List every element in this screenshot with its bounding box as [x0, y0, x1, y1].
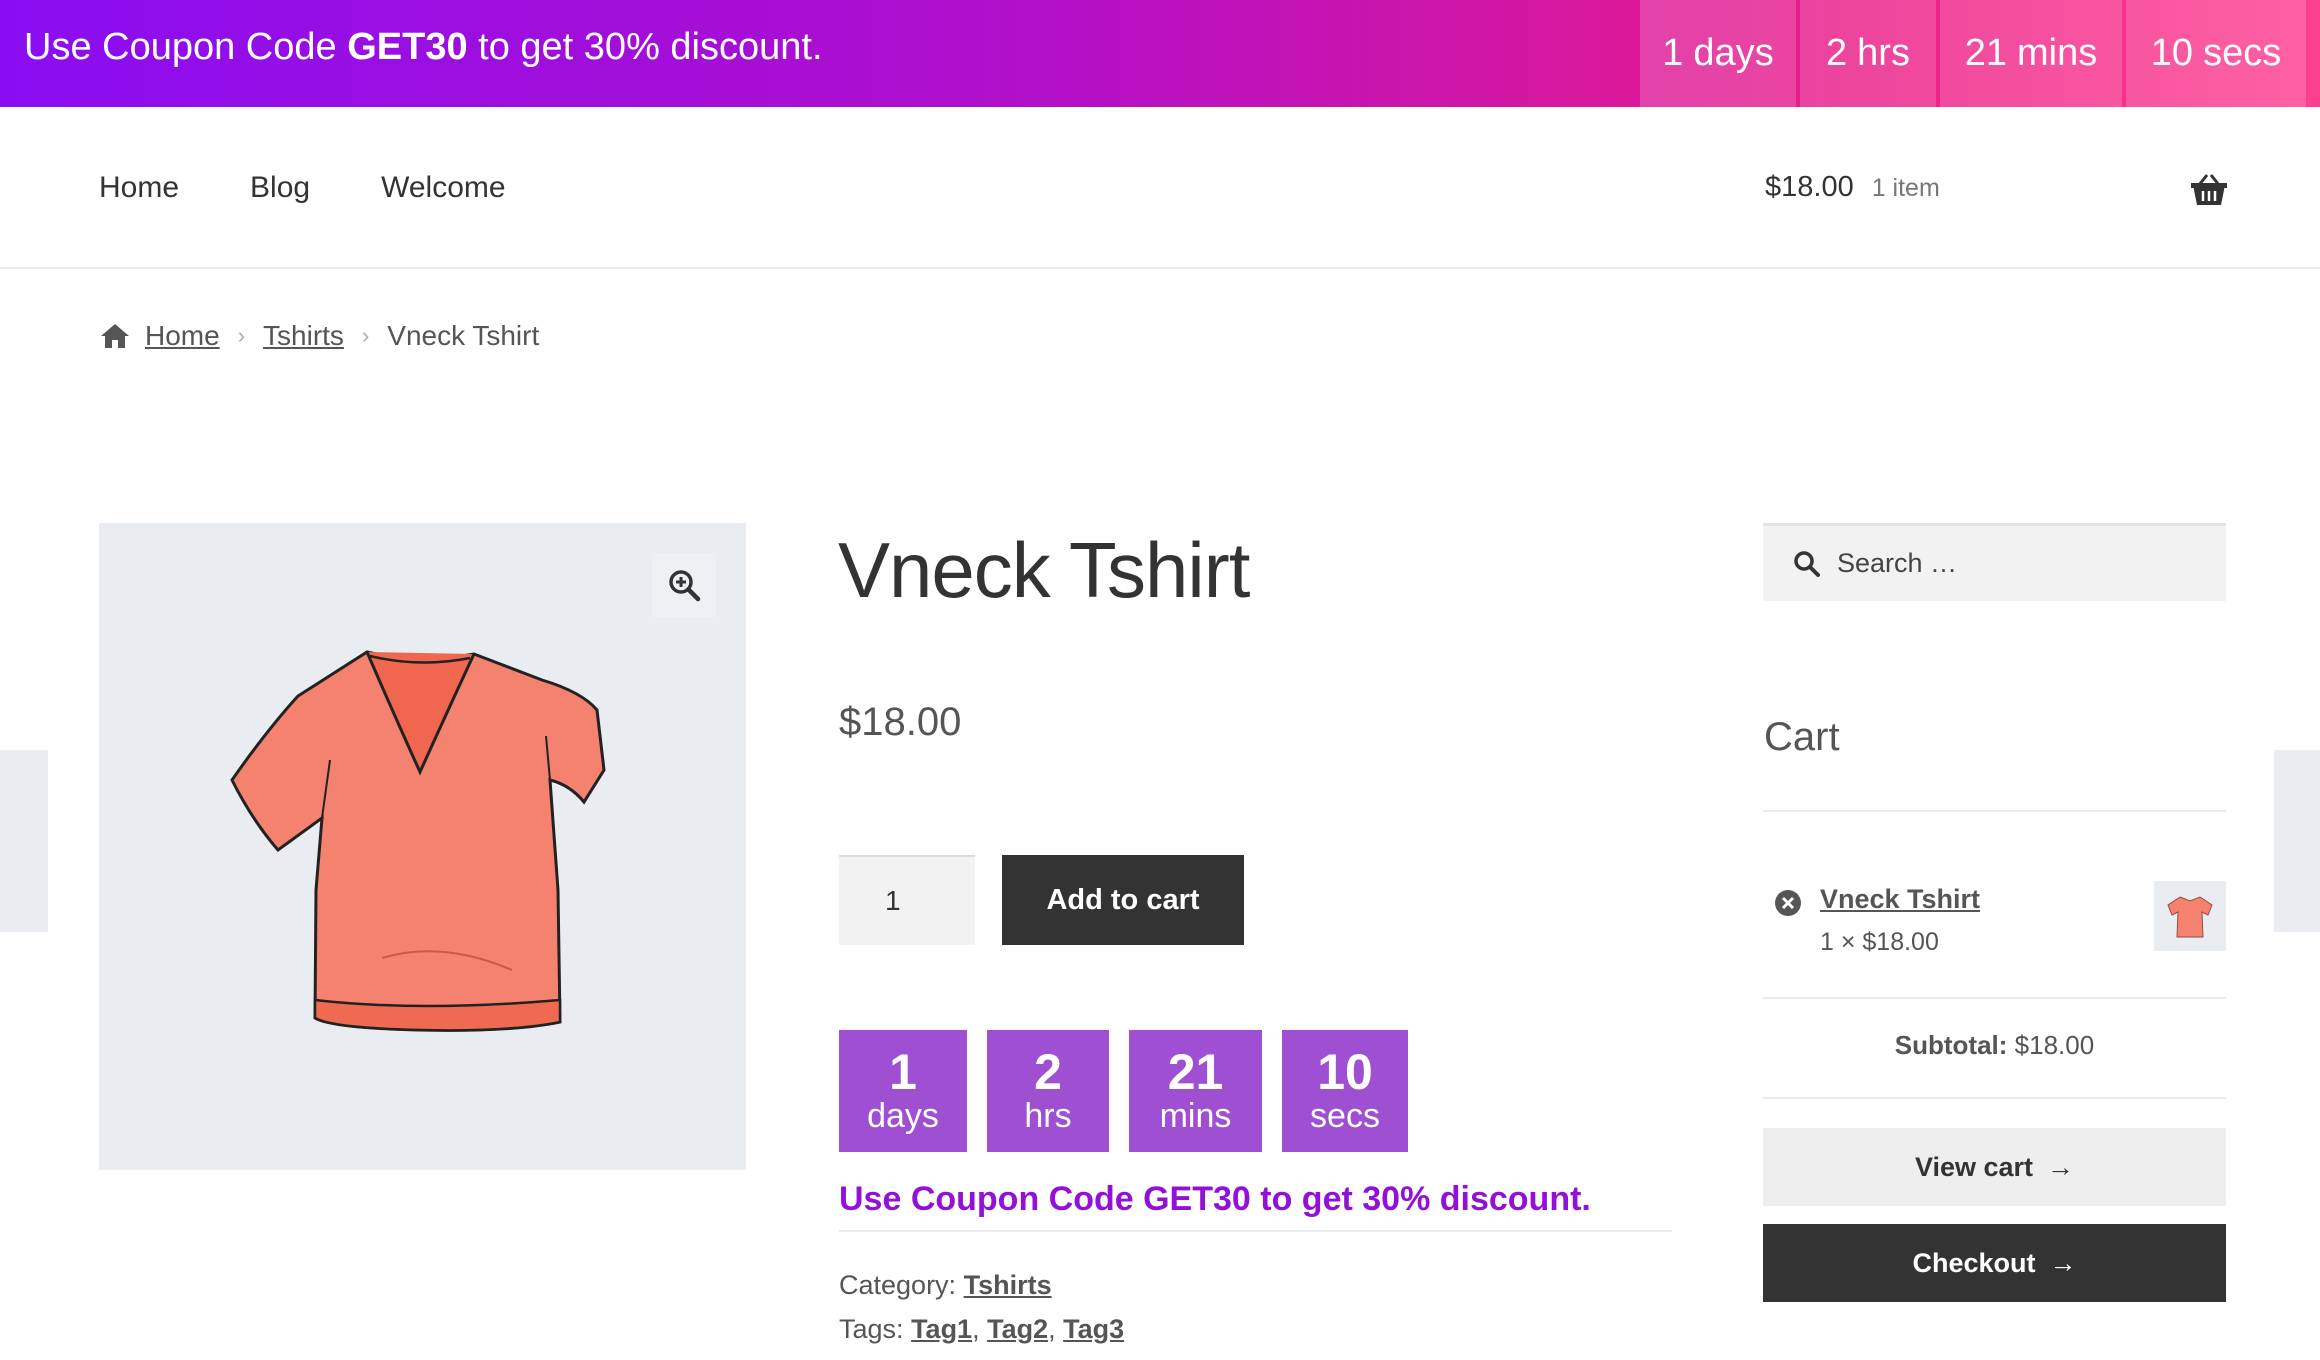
header-cart-count: 1 item — [1871, 174, 1940, 202]
countdown-unit: mins — [1159, 1097, 1232, 1135]
breadcrumb-home[interactable]: Home — [145, 320, 220, 352]
promo-timer-seconds: 10 secs — [2126, 0, 2306, 107]
promo-timer-days: 1 days — [1640, 0, 1796, 107]
subtotal-value: $18.00 — [2014, 1030, 2095, 1060]
previous-product-tab[interactable] — [0, 750, 48, 932]
breadcrumb-current: Vneck Tshirt — [387, 320, 540, 351]
remove-item-icon[interactable] — [1773, 888, 1803, 918]
search-input[interactable]: Search … — [1763, 523, 2226, 601]
promo-banner: Use Coupon Code GET30 to get 30% discoun… — [0, 0, 2320, 107]
product-category: Category: Tshirts — [839, 1263, 1124, 1307]
arrow-right-icon: → — [2047, 1151, 2075, 1182]
basket-icon[interactable] — [2189, 172, 2229, 208]
promo-timer-unit: secs — [2203, 32, 2282, 74]
tag-link[interactable]: Tag2 — [987, 1314, 1048, 1344]
add-to-cart-button[interactable]: Add to cart — [1002, 855, 1244, 945]
countdown-value: 21 — [1167, 1044, 1224, 1100]
tags-label: Tags: — [839, 1314, 904, 1344]
view-cart-label: View cart — [1914, 1151, 2034, 1182]
tag-link[interactable]: Tag3 — [1063, 1314, 1124, 1344]
nav-item-blog[interactable]: Blog — [250, 171, 310, 205]
countdown-minutes: 21 mins — [1129, 1030, 1262, 1152]
magnify-plus-icon — [669, 570, 701, 602]
search-icon — [1794, 550, 1820, 577]
product-price: $18.00 — [839, 700, 962, 744]
site-header: Home Blog Welcome $18.00 1 item — [0, 107, 2320, 269]
category-link[interactable]: Tshirts — [964, 1270, 1052, 1300]
home-icon — [101, 324, 129, 348]
divider — [1763, 810, 2226, 812]
checkout-label: Checkout — [1912, 1247, 2036, 1278]
nav-item-home[interactable]: Home — [99, 171, 179, 205]
promo-timer-value: 1 — [1662, 32, 1684, 74]
promo-timer-minutes: 21 mins — [1940, 0, 2122, 107]
header-cart-amount: $18.00 — [1765, 171, 1854, 203]
promo-timer-unit: days — [1693, 32, 1774, 74]
divider — [1763, 1097, 2226, 1099]
product-image[interactable] — [212, 640, 627, 1040]
product-title: Vneck Tshirt — [838, 526, 1250, 614]
breadcrumb-tshirts[interactable]: Tshirts — [263, 320, 344, 352]
promo-text-prefix: Use Coupon Code — [24, 26, 348, 68]
breadcrumb-separator: › — [361, 323, 370, 348]
tag-link[interactable]: Tag1 — [911, 1314, 972, 1344]
header-cart-link[interactable]: $18.00 1 item — [1765, 171, 1940, 204]
arrow-right-icon: → — [2049, 1247, 2077, 1278]
breadcrumb-separator: › — [237, 323, 246, 348]
countdown-value: 1 — [889, 1044, 917, 1100]
zoom-button[interactable] — [652, 553, 716, 617]
divider — [1763, 997, 2226, 999]
nav-item-welcome[interactable]: Welcome — [381, 171, 505, 205]
countdown-unit: secs — [1310, 1097, 1380, 1135]
product-countdown: 1 days 2 hrs 21 mins 10 secs — [839, 1030, 1408, 1152]
cart-item: Vneck Tshirt 1 × $18.00 — [1763, 860, 2226, 990]
promo-timer-unit: mins — [2017, 32, 2098, 74]
promo-timer-hours: 2 hrs — [1800, 0, 1936, 107]
promo-text-suffix: to get 30% discount. — [467, 26, 823, 68]
cart-widget-title: Cart — [1764, 715, 1840, 759]
countdown-unit: days — [867, 1097, 939, 1135]
quantity-input[interactable]: 1 — [839, 855, 975, 945]
cart-item-thumbnail[interactable] — [2154, 881, 2226, 951]
product-meta: Category: Tshirts Tags: Tag1, Tag2, Tag3 — [839, 1263, 1124, 1351]
promo-timer-unit: hrs — [1857, 32, 1910, 74]
countdown-value: 10 — [1317, 1044, 1373, 1100]
product-tags: Tags: Tag1, Tag2, Tag3 — [839, 1314, 1125, 1344]
category-label: Category: — [839, 1270, 957, 1300]
countdown-unit: hrs — [1024, 1097, 1072, 1135]
promo-timer-value: 10 — [2150, 32, 2194, 74]
breadcrumb: Home › Tshirts › Vneck Tshirt — [99, 320, 539, 352]
cart-subtotal: Subtotal: $18.00 — [1763, 1030, 2226, 1061]
countdown-days: 1 days — [839, 1030, 967, 1152]
product-gallery — [99, 523, 746, 1170]
subtotal-label: Subtotal: — [1894, 1030, 2008, 1060]
cart-item-name[interactable]: Vneck Tshirt — [1820, 884, 1980, 915]
primary-nav: Home Blog Welcome — [99, 171, 506, 205]
cart-item-qty: 1 × $18.00 — [1820, 928, 1939, 956]
coupon-message: Use Coupon Code GET30 to get 30% discoun… — [839, 1180, 1672, 1232]
promo-timer-value: 2 — [1826, 32, 1848, 74]
promo-countdown: 1 days 2 hrs 21 mins 10 secs — [1640, 0, 2310, 107]
countdown-value: 2 — [1034, 1044, 1062, 1100]
promo-timer-value: 21 — [1964, 32, 2008, 74]
countdown-seconds: 10 secs — [1282, 1030, 1408, 1152]
tshirt-thumbnail-icon — [2167, 896, 2213, 938]
promo-code: GET30 — [347, 26, 468, 68]
search-placeholder: Search … — [1837, 548, 1958, 578]
countdown-hours: 2 hrs — [987, 1030, 1109, 1152]
checkout-button[interactable]: Checkout → — [1763, 1224, 2226, 1302]
promo-message: Use Coupon Code GET30 to get 30% discoun… — [24, 26, 823, 69]
next-product-tab[interactable] — [2274, 750, 2320, 932]
view-cart-button[interactable]: View cart → — [1763, 1128, 2226, 1206]
